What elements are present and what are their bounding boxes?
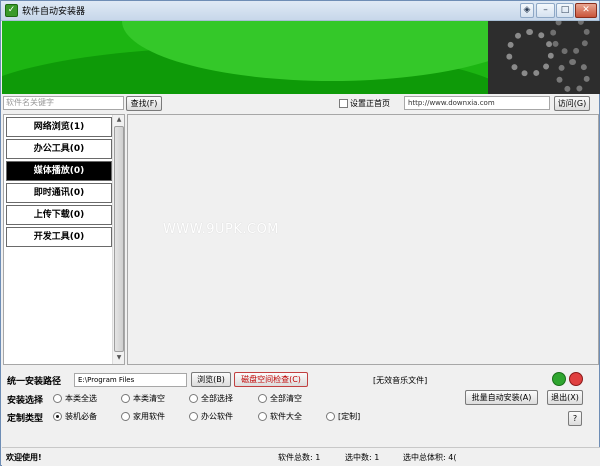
batch-install-button[interactable]: 批量自动安装(A) bbox=[465, 390, 538, 405]
type-label-essential: 装机必备 bbox=[65, 412, 97, 421]
type-label-all-software: 软件大全 bbox=[270, 412, 302, 421]
category-item-office[interactable]: 办公工具(0) bbox=[6, 139, 112, 159]
watermark: WWW.9UPK.COM bbox=[163, 222, 280, 237]
maximize-button[interactable]: □ bbox=[556, 3, 574, 18]
choice-radio-clear-all[interactable] bbox=[258, 394, 267, 403]
category-item-im[interactable]: 即时通讯(0) bbox=[6, 183, 112, 203]
type-label-custom: [定制] bbox=[338, 412, 361, 421]
stop-icon[interactable] bbox=[569, 372, 583, 386]
software-panel bbox=[127, 114, 599, 365]
type-radio-essential[interactable] bbox=[53, 412, 62, 421]
play-icon[interactable] bbox=[552, 372, 566, 386]
category-item-dev[interactable]: 开发工具(0) bbox=[6, 227, 112, 247]
custom-type-label: 定制类型 bbox=[7, 414, 44, 424]
choice-radio-category-all[interactable] bbox=[53, 394, 62, 403]
status-bar: 欢迎使用! 软件总数: 1 选中数: 1 选中总体积: 4( bbox=[2, 447, 600, 466]
header-banner bbox=[2, 21, 600, 94]
choice-radio-category-clear[interactable] bbox=[121, 394, 130, 403]
status-welcome: 欢迎使用! bbox=[6, 453, 42, 462]
type-radio-custom[interactable] bbox=[326, 412, 335, 421]
install-choice-label: 安装选择 bbox=[7, 396, 44, 406]
category-item-download[interactable]: 上传下载(0) bbox=[6, 205, 112, 225]
title-bar: ✓ 软件自动安装器 ◈ – □ ✕ bbox=[1, 1, 599, 21]
browse-button[interactable]: 浏览(B) bbox=[191, 372, 231, 387]
window-title: 软件自动安装器 bbox=[22, 7, 86, 17]
set-homepage-label: 设置正首页 bbox=[350, 99, 390, 108]
close-button[interactable]: ✕ bbox=[575, 3, 597, 18]
minimize-button[interactable]: – bbox=[536, 3, 555, 18]
category-scrollbar[interactable]: ▲ ▼ bbox=[112, 115, 124, 364]
gears-image bbox=[488, 21, 600, 94]
exit-button[interactable]: 退出(X) bbox=[547, 390, 583, 405]
category-item-media[interactable]: 媒体播放(0) bbox=[6, 161, 112, 181]
type-radio-all-software[interactable] bbox=[258, 412, 267, 421]
choice-label-category-all: 本类全选 bbox=[65, 394, 97, 403]
install-path-field[interactable]: E:\Program Files bbox=[74, 373, 187, 387]
choice-label-category-clear: 本类清空 bbox=[133, 394, 165, 403]
visit-button[interactable]: 访问(G) bbox=[554, 96, 590, 111]
choice-label-clear-all: 全部清空 bbox=[270, 394, 302, 403]
search-button[interactable]: 查找(F) bbox=[126, 96, 162, 111]
pin-icon[interactable]: ◈ bbox=[520, 3, 534, 18]
app-icon: ✓ bbox=[5, 4, 18, 17]
scroll-up-icon[interactable]: ▲ bbox=[114, 115, 124, 125]
install-path-label: 统一安装路径 bbox=[7, 377, 62, 387]
scroll-thumb[interactable] bbox=[114, 126, 124, 352]
help-button[interactable]: ? bbox=[568, 411, 582, 426]
choice-radio-all[interactable] bbox=[189, 394, 198, 403]
set-homepage-checkbox[interactable] bbox=[339, 99, 348, 108]
status-selected-count: 选中数: 1 bbox=[345, 453, 380, 462]
category-item-web[interactable]: 网络浏览(1) bbox=[6, 117, 112, 137]
homepage-url-field[interactable]: http://www.downxia.com bbox=[404, 96, 550, 110]
app-window: ✓ 软件自动安装器 ◈ – □ ✕ 软件名关键字 查找(F) 设置正首页 htt… bbox=[0, 0, 600, 466]
disk-check-button[interactable]: 磁盘空间检查(C) bbox=[234, 372, 308, 387]
type-label-office: 办公软件 bbox=[201, 412, 233, 421]
type-radio-home[interactable] bbox=[121, 412, 130, 421]
type-radio-office[interactable] bbox=[189, 412, 198, 421]
category-list: 网络浏览(1) 办公工具(0) 媒体播放(0) 即时通讯(0) 上传下载(0) … bbox=[3, 114, 125, 365]
music-file-note: [无效音乐文件] bbox=[373, 376, 428, 385]
status-selected-size: 选中总体积: 4( bbox=[403, 453, 457, 462]
choice-label-all: 全部选择 bbox=[201, 394, 233, 403]
status-total: 软件总数: 1 bbox=[278, 453, 321, 462]
scroll-down-icon[interactable]: ▼ bbox=[114, 353, 124, 363]
search-input[interactable]: 软件名关键字 bbox=[3, 96, 124, 110]
type-label-home: 家用软件 bbox=[133, 412, 165, 421]
